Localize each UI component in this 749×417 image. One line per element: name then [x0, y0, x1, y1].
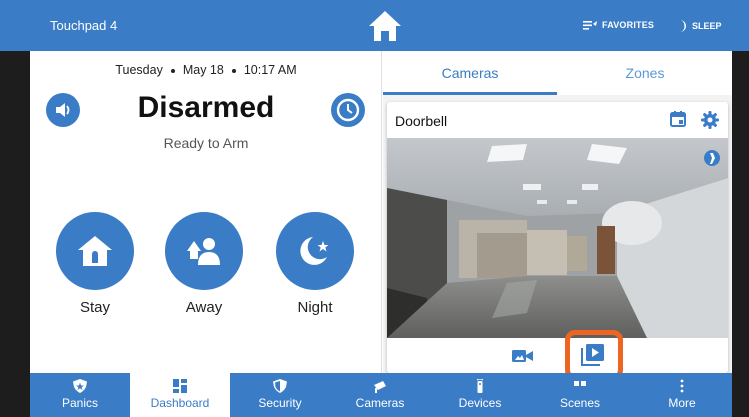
sleep-label: SLEEP	[692, 21, 722, 31]
shield-star-icon	[73, 379, 87, 393]
playback-icon	[581, 344, 604, 366]
house-icon	[78, 236, 112, 266]
dashboard-grid-icon	[173, 379, 187, 393]
camera-controls	[387, 330, 728, 373]
arm-stay-button[interactable]: Stay	[55, 212, 135, 316]
screen-bezel-left	[0, 51, 30, 417]
tab-zones[interactable]: Zones	[558, 51, 732, 95]
gear-icon	[701, 111, 719, 129]
sleep-button[interactable]: SLEEP	[677, 20, 722, 32]
separator-dot	[231, 68, 236, 73]
arm-night-button[interactable]: Night	[275, 212, 355, 316]
playback-button[interactable]	[581, 344, 605, 366]
date-time: Tuesday May 18 10:17 AM	[30, 63, 382, 77]
touchpad-app: Touchpad 4 FAVORITES SLEEP Tuesday May 18…	[0, 0, 749, 417]
arm-night-label: Night	[297, 299, 333, 316]
nav-more[interactable]: More	[632, 373, 732, 417]
home-button[interactable]	[367, 9, 403, 43]
nav-panics[interactable]: Panics	[30, 373, 130, 417]
camera-card: Doorbell	[387, 102, 728, 373]
moon-icon	[680, 20, 686, 32]
clock-button[interactable]	[331, 93, 365, 127]
bottom-navigation: Panics Dashboard Security Cameras Device…	[30, 373, 732, 417]
security-camera-icon	[374, 381, 386, 393]
nav-scenes-label: Scenes	[559, 396, 601, 410]
arm-stay-label: Stay	[79, 299, 110, 316]
camera-panel: Cameras Zones Doorbell	[383, 51, 732, 373]
nav-dashboard-label: Dashboard	[150, 396, 210, 410]
security-status-panel: Tuesday May 18 10:17 AM Disarmed Ready to …	[30, 51, 382, 373]
day: Tuesday	[115, 63, 163, 77]
arm-away-label: Away	[185, 299, 223, 316]
top-bar: Touchpad 4 FAVORITES SLEEP	[0, 0, 749, 51]
home-icon	[369, 11, 401, 41]
time: 10:17 AM	[243, 63, 297, 77]
clock-icon	[336, 98, 360, 122]
separator-dot	[170, 68, 175, 73]
device-name: Touchpad 4	[50, 18, 118, 33]
camera-zone-tabs: Cameras Zones	[383, 51, 732, 95]
nav-panics-label: Panics	[61, 396, 99, 410]
arm-status-subtitle: Ready to Arm	[163, 135, 249, 151]
live-video-button[interactable]	[512, 348, 534, 364]
nav-cameras-label: Cameras	[355, 396, 405, 410]
nav-cameras[interactable]: Cameras	[330, 373, 430, 417]
nav-security[interactable]: Security	[230, 373, 330, 417]
arm-night-circle[interactable]	[276, 212, 354, 290]
favorites-label: FAVORITES	[602, 20, 655, 30]
screen-bezel-right	[732, 51, 749, 417]
nav-devices-label: Devices	[458, 396, 502, 410]
more-dots-icon	[680, 379, 684, 393]
camera-settings-button[interactable]	[700, 110, 720, 130]
nav-devices[interactable]: Devices	[430, 373, 530, 417]
night-moon-icon	[300, 237, 329, 265]
nav-dashboard[interactable]: Dashboard	[130, 373, 230, 417]
arm-away-circle[interactable]	[165, 212, 243, 290]
remote-icon	[476, 379, 484, 393]
nav-scenes[interactable]: Scenes	[530, 373, 630, 417]
calendar-icon	[670, 111, 686, 127]
arm-status: Disarmed	[137, 91, 275, 124]
arm-stay-circle[interactable]	[56, 212, 134, 290]
video-camera-icon	[512, 350, 533, 362]
camera-live-feed[interactable]	[387, 138, 728, 338]
people-icon	[187, 238, 220, 265]
tab-cameras[interactable]: Cameras	[383, 51, 557, 95]
arm-away-button[interactable]: Away	[164, 212, 244, 316]
nav-more-label: More	[668, 396, 696, 410]
favorites-icon	[583, 21, 597, 30]
scenes-icon	[574, 381, 586, 386]
calendar-button[interactable]	[669, 110, 687, 128]
date: May 18	[182, 63, 224, 77]
favorites-button[interactable]: FAVORITES	[583, 20, 654, 30]
shield-icon	[273, 379, 287, 393]
camera-image	[387, 138, 728, 338]
nav-security-label: Security	[258, 396, 302, 410]
camera-name: Doorbell	[395, 113, 448, 129]
